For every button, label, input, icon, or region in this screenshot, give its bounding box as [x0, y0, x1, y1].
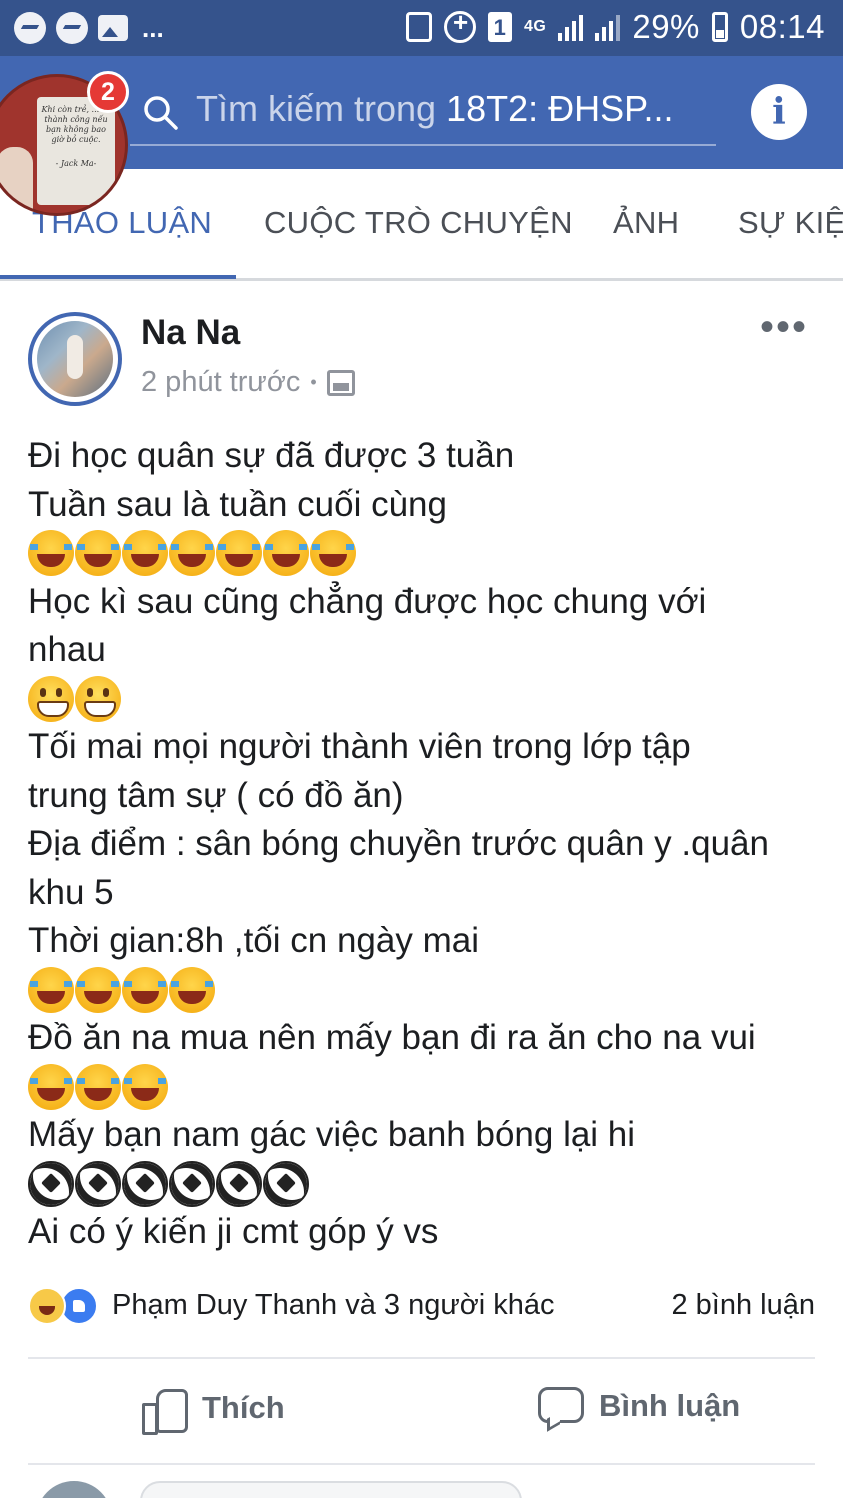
post-text-line: Học kì sau cũng chẳng được học chung với [28, 581, 707, 621]
signal-icon [595, 13, 621, 41]
tears-of-joy-emoji-icon [310, 530, 356, 577]
soccer-ball-emoji-icon [216, 1160, 262, 1207]
tears-of-joy-emoji-icon [169, 966, 215, 1013]
comment-input[interactable] [140, 1481, 522, 1498]
post-text-line: Thời gian:8h ,tối cn ngày mai [28, 921, 479, 960]
status-system: 1 4G 29% 08:14 [406, 7, 825, 46]
soccer-ball-emoji-icon [75, 1160, 121, 1207]
grinning-emoji-icon [75, 675, 121, 722]
more-notifications: ... [142, 13, 164, 43]
tab-events[interactable]: SỰ KIỆN [738, 205, 843, 241]
data-saver-icon [444, 7, 476, 43]
signal-icon [558, 13, 584, 41]
soccer-ball-emoji-icon [28, 1160, 74, 1207]
search-input[interactable]: Tìm kiếm trong 18T2: ĐHSP... [196, 88, 674, 130]
gallery-icon [98, 15, 128, 41]
status-notifications: ... [14, 12, 164, 44]
post-text-line: Đồ ăn na mua nên mấy bạn đi ra ăn cho na… [28, 1018, 756, 1057]
like-label: Thích [202, 1390, 285, 1425]
tears-of-joy-emoji-icon [28, 966, 74, 1013]
soccer-ball-emoji-icon [122, 1160, 168, 1207]
emoji-row [28, 1063, 818, 1112]
active-tab-indicator [0, 275, 236, 279]
tears-of-joy-emoji-icon [169, 530, 215, 577]
search-icon[interactable] [143, 95, 179, 131]
emoji-row [28, 966, 818, 1015]
post-text-line: trung tâm sự ( có đồ ăn) [28, 775, 404, 815]
thumbs-up-icon [140, 1385, 188, 1435]
avatar-person [0, 147, 33, 213]
grinning-emoji-icon [28, 675, 74, 722]
post-options-button[interactable]: ••• [760, 307, 808, 347]
post-text-line: Đi học quân sự đã được 3 tuần [28, 436, 515, 475]
tears-of-joy-emoji-icon [122, 966, 168, 1013]
soccer-ball-emoji-icon [169, 1160, 215, 1207]
post-text-line: Mấy bạn nam gác việc banh bóng lại hi [28, 1115, 636, 1154]
network-type: 4G [524, 18, 547, 35]
notification-badge: 2 [87, 71, 129, 113]
author-name[interactable]: Na Na [141, 313, 240, 353]
tears-of-joy-emoji-icon [28, 530, 74, 577]
battery-icon [711, 12, 728, 42]
tears-of-joy-emoji-icon [263, 530, 309, 577]
avatar-quote-card: Khi còn trẻ, ... sẽ thành công nếu bạn k… [37, 97, 115, 205]
tab-conversations[interactable]: CUỘC TRÒ CHUYỆN [264, 205, 573, 241]
post-text-line: Tối mai mọi người thành viên trong lớp t… [28, 727, 691, 766]
emoji-row [28, 529, 818, 578]
comment-icon [537, 1385, 584, 1427]
post-time[interactable]: 2 phút trước [141, 366, 300, 399]
status-bar: ... 1 4G 29% 08:14 [0, 0, 843, 56]
meta-separator: • [310, 372, 317, 392]
group-audience-icon [326, 369, 355, 396]
tears-of-joy-emoji-icon [122, 1063, 168, 1110]
soccer-ball-emoji-icon [263, 1160, 309, 1207]
divider [28, 1357, 815, 1359]
sim-slot-icon: 1 [488, 12, 512, 42]
reactions-summary[interactable]: Phạm Duy Thanh và 3 người khác [112, 1289, 555, 1322]
haha-reaction-icon [28, 1287, 66, 1325]
tears-of-joy-emoji-icon [28, 1063, 74, 1110]
post-text-line: nhau [28, 630, 106, 669]
post-text-line: Ai có ý kiến ji cmt góp ý vs [28, 1212, 439, 1251]
battery-percent: 29% [632, 8, 700, 45]
comments-count[interactable]: 2 bình luận [671, 1289, 815, 1322]
tears-of-joy-emoji-icon [75, 1063, 121, 1110]
post-text-line: Tuần sau là tuần cuối cùng [28, 484, 447, 524]
comment-button[interactable]: Bình luận [537, 1385, 740, 1427]
tears-of-joy-emoji-icon [122, 530, 168, 577]
clock: 08:14 [739, 8, 825, 45]
emoji-row [28, 675, 818, 724]
comment-label: Bình luận [599, 1388, 741, 1423]
messenger-icon [14, 12, 46, 44]
info-button[interactable]: i [751, 84, 807, 140]
commenter-avatar [36, 1481, 112, 1498]
search-group-name: 18T2: ĐHSP... [446, 88, 674, 129]
post-text-line: khu 5 [28, 872, 114, 912]
lock-icon [406, 12, 432, 42]
search-placeholder: Tìm kiếm trong [196, 88, 447, 129]
post-text-line: Địa điểm : sân bóng chuyền trước quân y … [28, 824, 769, 863]
author-avatar[interactable] [28, 312, 122, 406]
author-photo [37, 321, 113, 397]
group-tabs: THẢO LUẬN CUỘC TRÒ CHUYỆN ẢNH SỰ KIỆN [0, 169, 843, 281]
reaction-icons[interactable] [28, 1287, 98, 1325]
tears-of-joy-emoji-icon [216, 530, 262, 577]
search-underline [130, 144, 716, 146]
tears-of-joy-emoji-icon [75, 530, 121, 577]
post-body: Đi học quân sự đã được 3 tuần Tuần sau là… [28, 432, 818, 1257]
messenger-icon [56, 12, 88, 44]
post-meta: 2 phút trước • [141, 366, 355, 399]
tab-photos[interactable]: ẢNH [613, 205, 679, 241]
avatar-quote-author: - Jack Ma- [55, 159, 97, 168]
divider [28, 1463, 815, 1465]
emoji-row [28, 1160, 818, 1209]
tears-of-joy-emoji-icon [75, 966, 121, 1013]
like-button[interactable]: Thích [140, 1385, 285, 1435]
